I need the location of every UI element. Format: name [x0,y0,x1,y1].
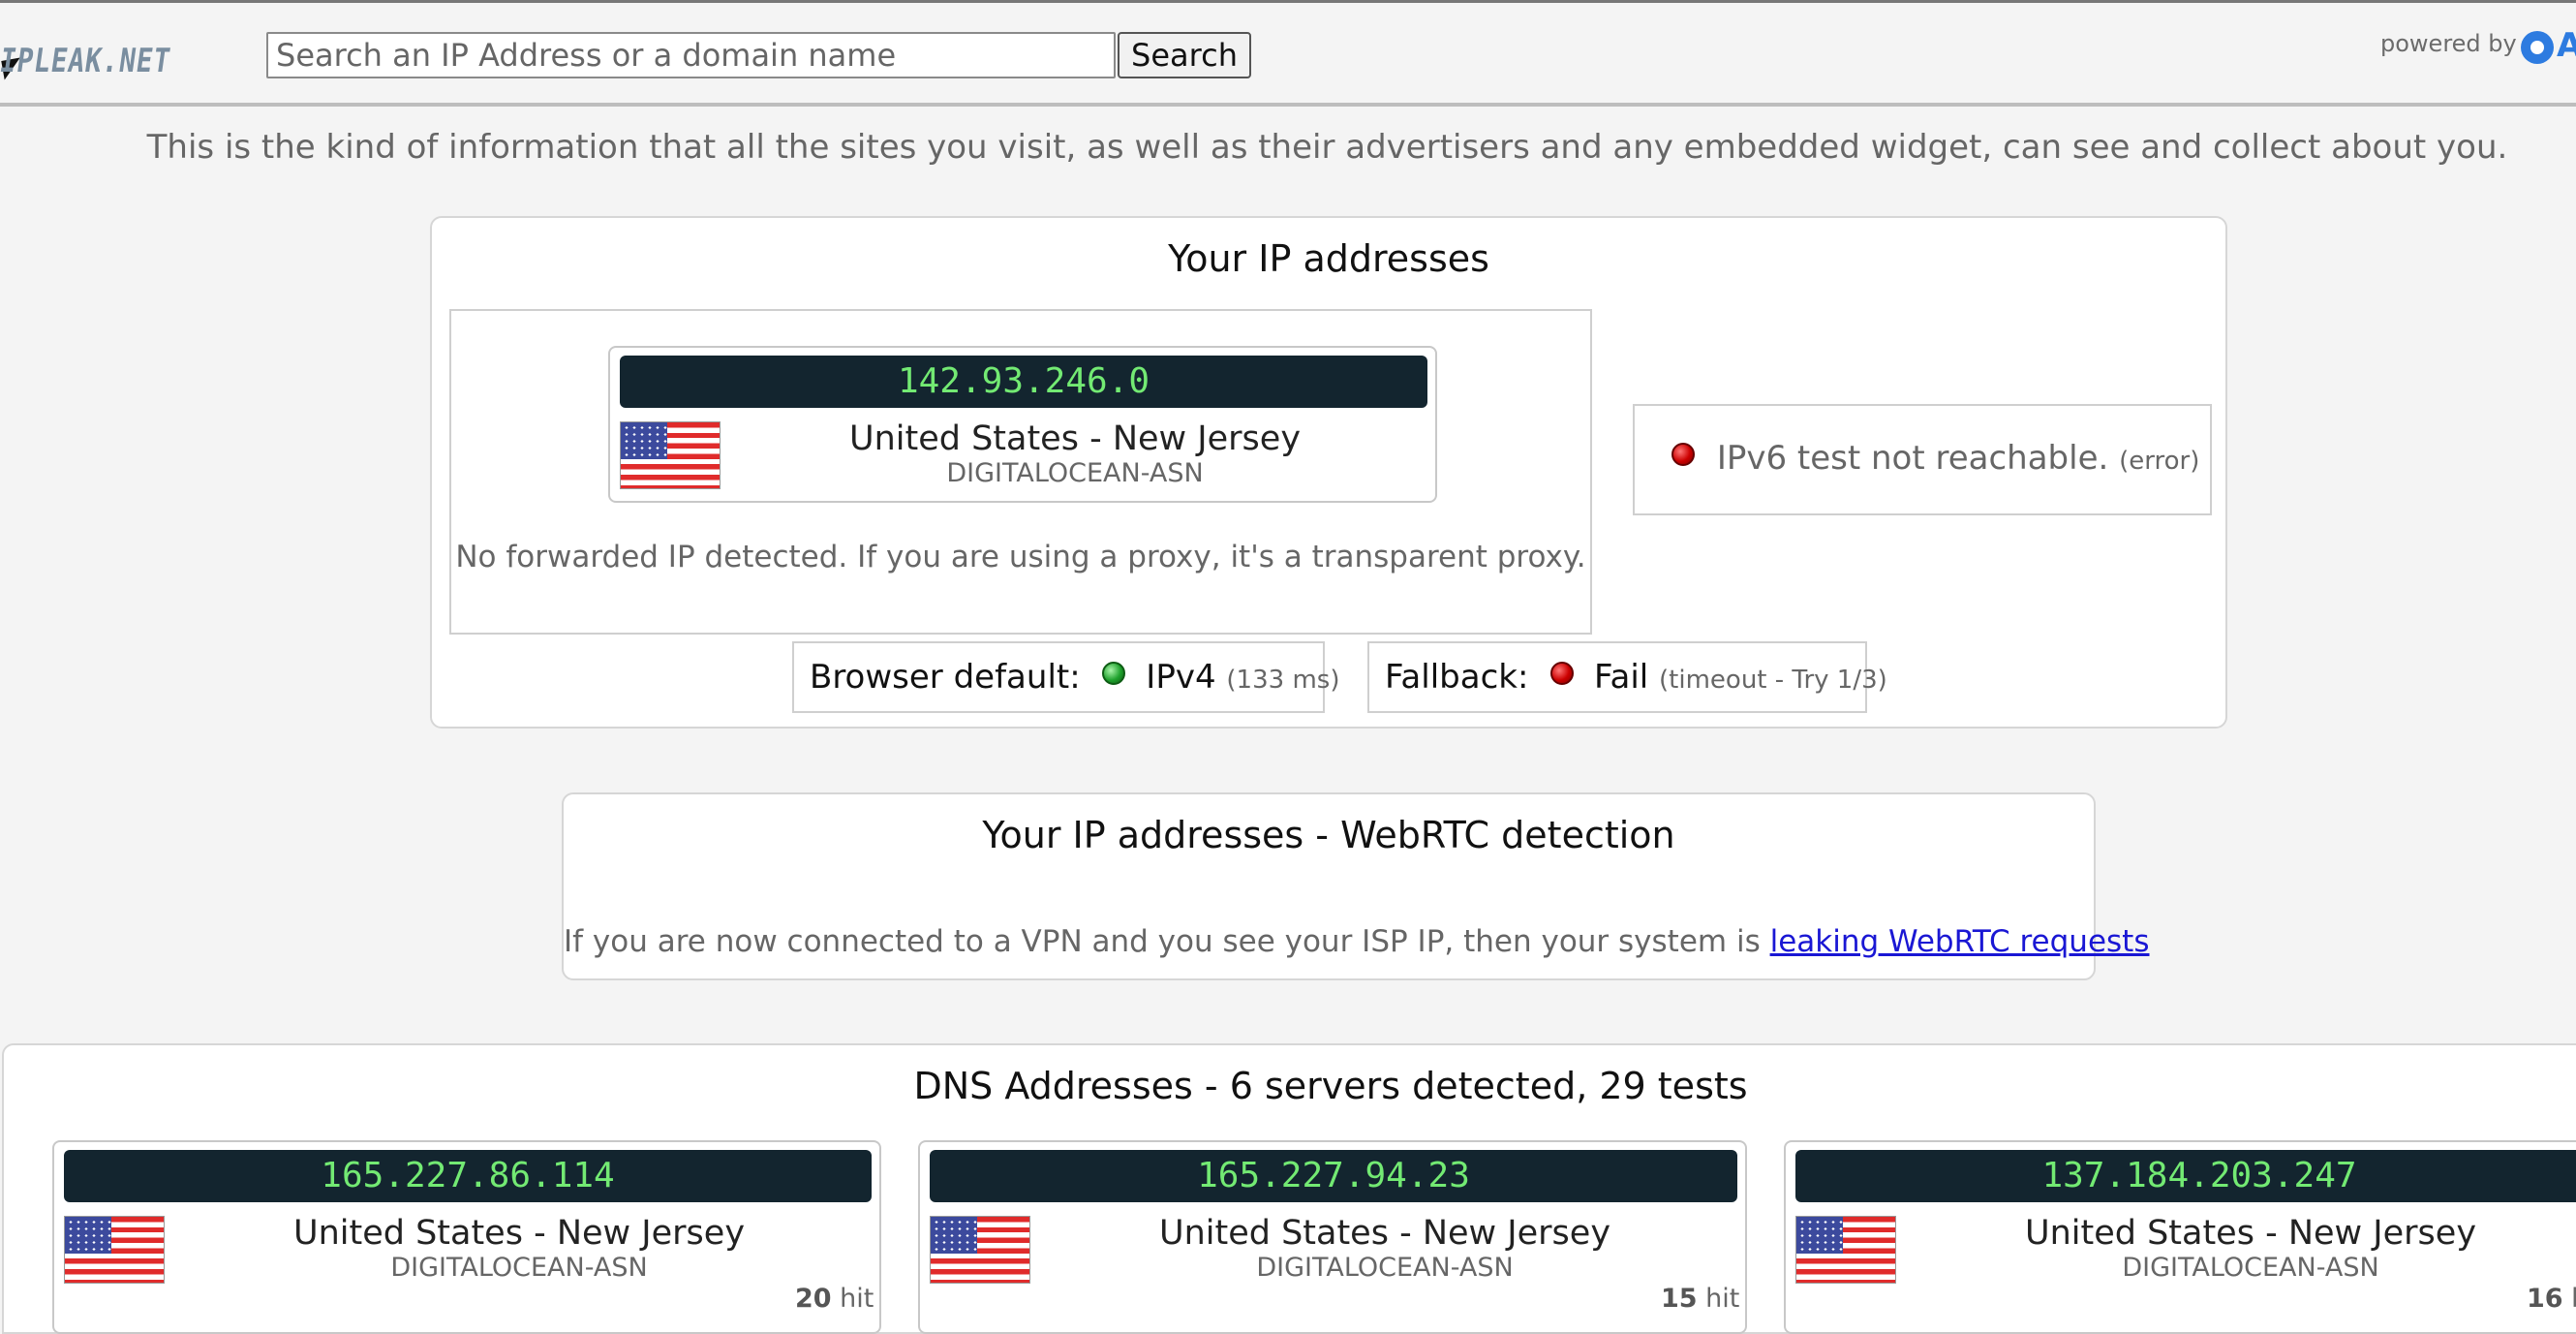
webrtc-description: If you are now connected to a VPN and yo… [564,924,1761,959]
dns-location: United States - New Jersey [1158,1214,1611,1253]
ipv6-error: (error) [2119,447,2200,476]
ip-panel-title: Your IP addresses [1168,237,1489,280]
browser-default-label: Browser default: [810,658,1081,697]
dns-location: United States - New Jersey [292,1214,746,1253]
dns-ip-address[interactable]: 165.227.86.114 [64,1150,872,1202]
red-status-icon [1550,662,1575,685]
webrtc-panel-title: Your IP addresses - WebRTC detection [982,814,1675,856]
browser-default-box: Browser default: IPv4 (133 ms) [792,641,1339,713]
ip-location: United States - New Jersey [848,419,1302,458]
cloud-icon[interactable] [2521,31,2554,64]
forwarded-ip-note: No forwarded IP detected. If you are usi… [455,540,1586,574]
top-bar: IPLEAK.NET Search powered by A [0,0,2576,107]
ipv4-box: 142.93.246.0 United States - New Jersey … [449,309,1592,635]
fallback-box: Fallback: Fail (timeout - Try 1/3) [1367,641,1887,713]
logo-text: IPLEAK.NET [0,42,173,80]
dns-location: United States - New Jersey [2024,1214,2477,1253]
browser-default-timing: (133 ms) [1226,666,1340,695]
brand-letter[interactable]: A [2557,26,2576,65]
ip-addresses-panel: Your IP addresses 142.93.246.0 United St… [430,216,2227,729]
webrtc-panel: Your IP addresses - WebRTC detection If … [562,792,2149,980]
us-flag-icon [620,421,721,489]
ipleak-logo[interactable]: IPLEAK.NET [0,40,226,82]
dns-ip-address[interactable]: 165.227.94.23 [930,1150,1737,1202]
ipv6-box: IPv6 test not reachable. (error) [1633,404,2212,515]
fallback-result: Fail [1594,658,1649,697]
dns-server-card: 165.227.86.114 United States - New Jerse… [52,1140,881,1334]
us-flag-icon [930,1216,1030,1284]
dns-isp: DIGITALOCEAN-ASN [2122,1253,2379,1283]
us-flag-icon [1795,1216,1896,1284]
green-status-icon [1102,662,1126,685]
dns-hit-count: 15 hit [1661,1284,1740,1314]
dns-panel: DNS Addresses - 6 servers detected, 29 t… [2,1043,2576,1334]
webrtc-description-line: If you are now connected to a VPN and yo… [564,924,2149,959]
intro-text: This is the kind of information that all… [146,128,2508,167]
dns-hit-count: 20 hit [795,1284,874,1314]
fallback-label: Fallback: [1385,658,1529,697]
ipv6-status: IPv6 test not reachable. (error) [1671,439,2199,478]
dns-isp: DIGITALOCEAN-ASN [390,1253,648,1283]
red-status-icon [1671,443,1695,466]
ip-card: 142.93.246.0 United States - New Jersey … [608,346,1437,503]
dns-ip-address[interactable]: 137.184.203.247 [1795,1150,2576,1202]
powered-by-label: powered by [2380,30,2517,57]
dns-panel-title: DNS Addresses - 6 servers detected, 29 t… [913,1065,1748,1107]
webrtc-leak-link[interactable]: leaking WebRTC requests [1770,924,2150,959]
browser-default-protocol: IPv4 [1146,658,1216,697]
dns-isp: DIGITALOCEAN-ASN [1256,1253,1514,1283]
fallback-detail: (timeout - Try 1/3) [1659,666,1887,695]
us-flag-icon [64,1216,165,1284]
search-button[interactable]: Search [1118,32,1251,78]
ipv6-label: IPv6 test not reachable. [1716,439,2109,478]
dns-server-card: 137.184.203.247 United States - New Jers… [1784,1140,2576,1334]
ip-isp: DIGITALOCEAN-ASN [946,458,1204,488]
dns-server-card: 165.227.94.23 United States - New Jersey… [918,1140,1747,1334]
dns-hit-count: 16 h [2527,1284,2576,1314]
ip-address[interactable]: 142.93.246.0 [620,356,1427,408]
search-input[interactable] [266,32,1116,78]
